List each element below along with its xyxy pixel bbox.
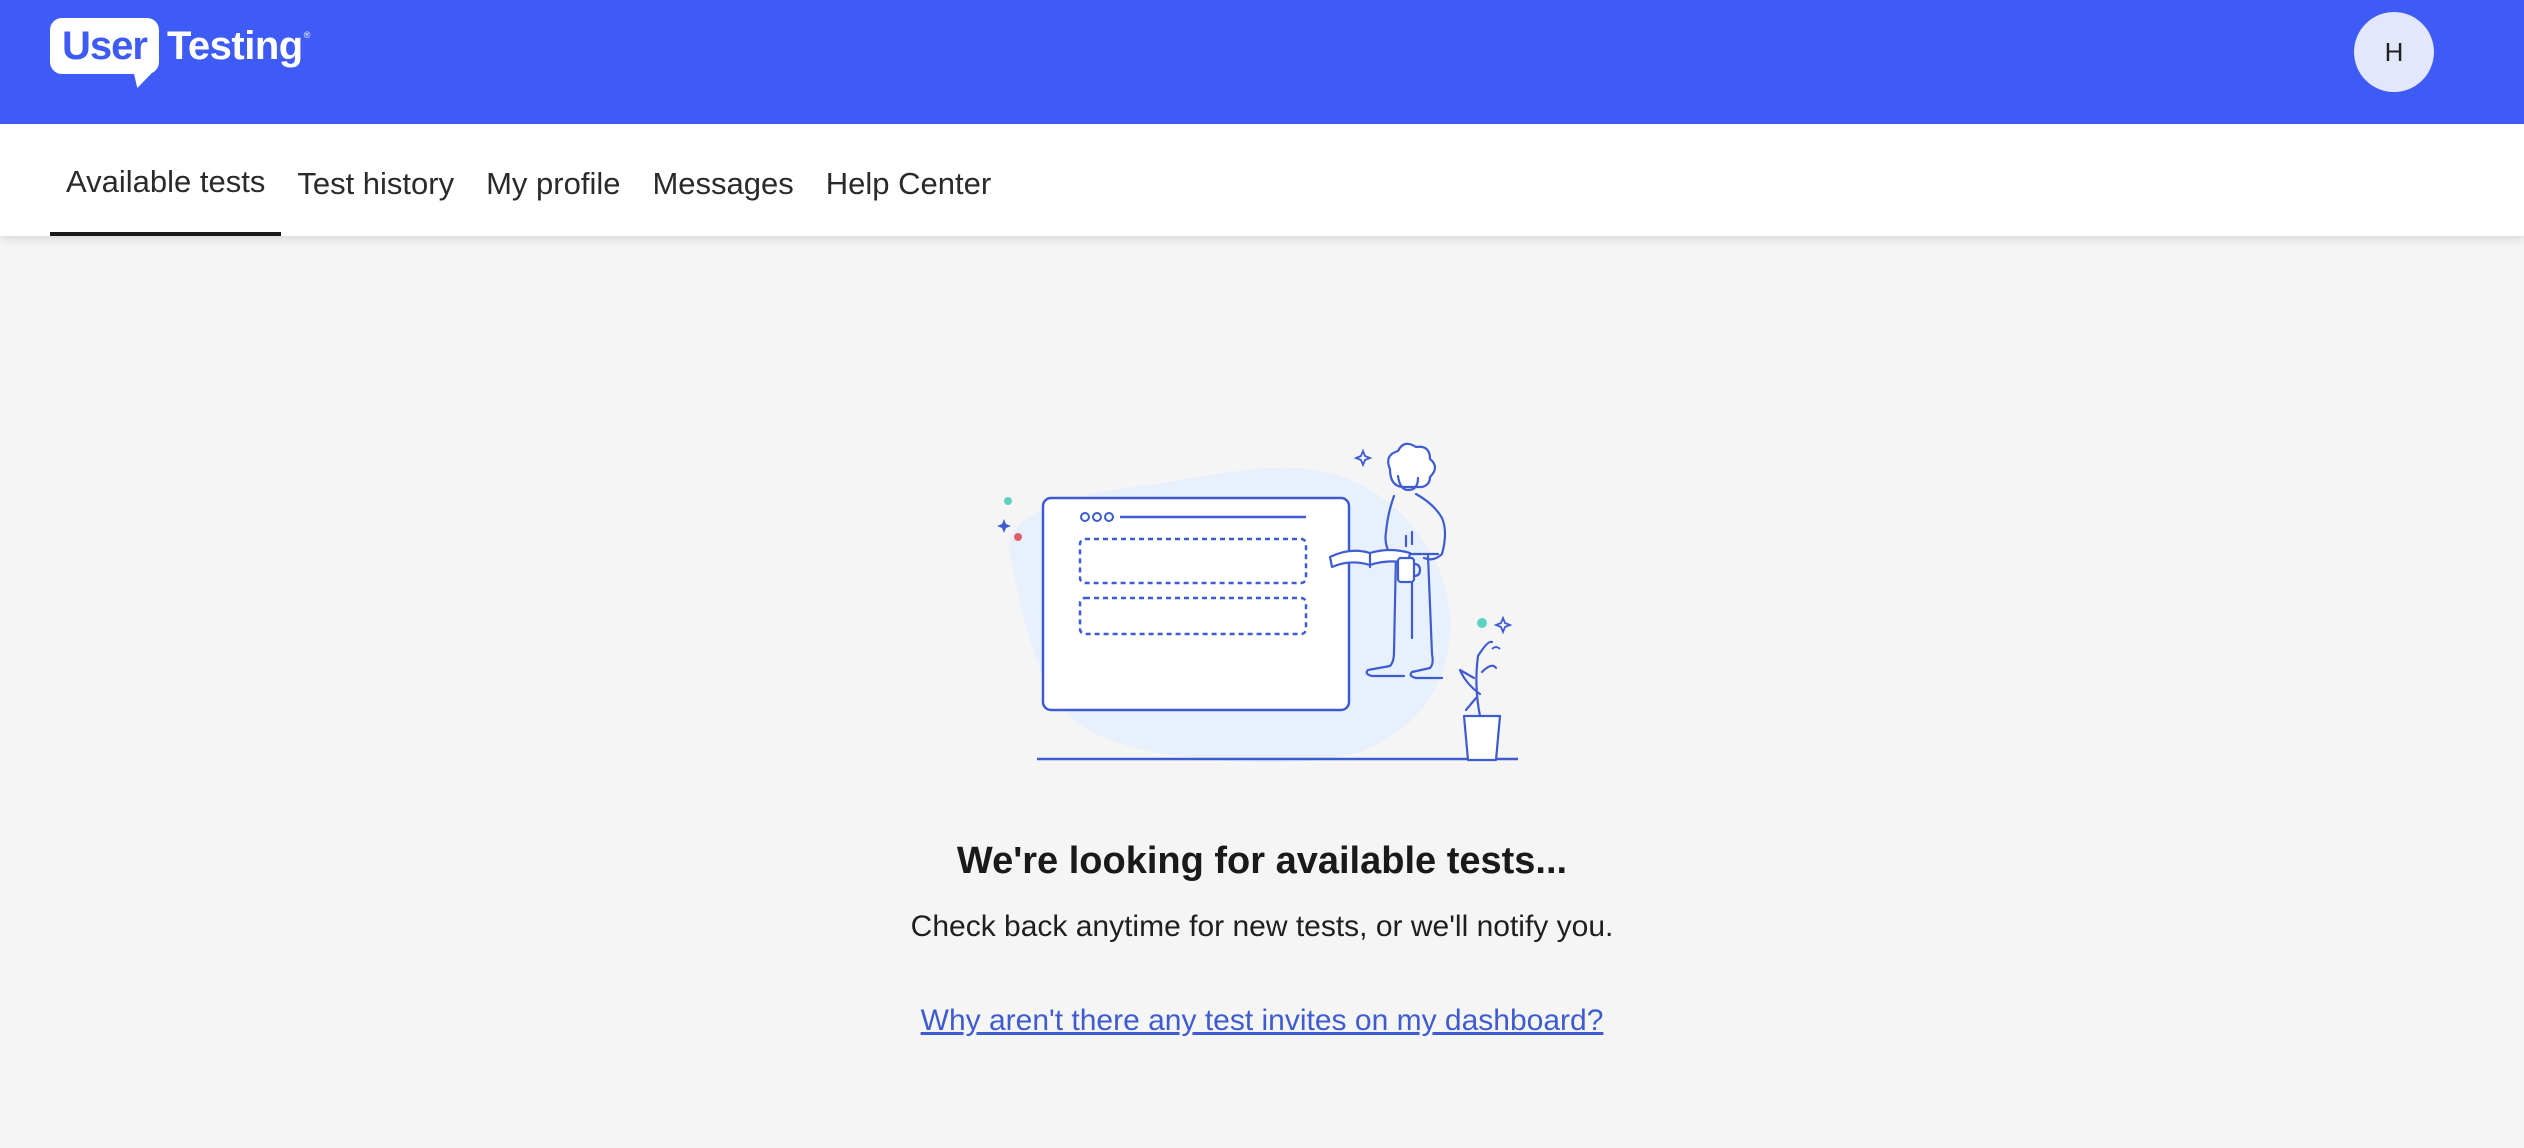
logo-speech-bubble: User bbox=[50, 18, 159, 74]
dashboard-invites-help-link[interactable]: Why aren't there any test invites on my … bbox=[921, 1004, 1604, 1037]
tab-label: Help Center bbox=[825, 166, 992, 201]
tab-messages[interactable]: Messages bbox=[636, 128, 809, 240]
tab-label: My profile bbox=[486, 166, 621, 201]
empty-state-illustration bbox=[997, 442, 1518, 763]
user-avatar-button[interactable]: H bbox=[2354, 12, 2434, 92]
empty-state-headline: We're looking for available tests... bbox=[956, 840, 1568, 882]
sparkle-star-top bbox=[1353, 448, 1373, 468]
tab-label: Test history bbox=[297, 166, 455, 201]
tab-label: Messages bbox=[652, 166, 794, 201]
top-header: User Testing ® H bbox=[0, 0, 2524, 124]
sparkle-star-right bbox=[1493, 615, 1513, 635]
main-content: We're looking for available tests... Che… bbox=[0, 236, 2524, 1148]
sparkle-curl bbox=[1491, 646, 1501, 650]
tab-available-tests[interactable]: Available tests bbox=[50, 124, 282, 236]
avatar-initial: H bbox=[2384, 36, 2404, 67]
sparkle-dot-teal bbox=[1004, 497, 1012, 505]
browser-window-shape bbox=[1041, 496, 1351, 712]
tab-label: Available tests bbox=[66, 164, 266, 199]
logo-testing-text: Testing bbox=[166, 24, 303, 68]
usertesting-logo[interactable]: User Testing ® bbox=[50, 18, 310, 90]
nav-bar: Available tests Test history My profile … bbox=[0, 124, 2524, 236]
tab-help-center[interactable]: Help Center bbox=[810, 128, 1007, 240]
logo-bubble-tail bbox=[127, 68, 157, 88]
potted-plant bbox=[1458, 640, 1502, 762]
nav-tabs: Available tests Test history My profile … bbox=[50, 124, 1007, 236]
sparkle-star-left bbox=[997, 519, 1011, 533]
tab-my-profile[interactable]: My profile bbox=[470, 128, 636, 240]
logo-registered-mark: ® bbox=[303, 30, 311, 40]
sparkle-dot-teal-right bbox=[1477, 618, 1487, 628]
help-link-container: Why aren't there any test invites on my … bbox=[0, 1004, 2524, 1038]
sparkle-dot-red bbox=[1014, 533, 1022, 541]
logo-user-text: User bbox=[62, 23, 148, 68]
tab-test-history[interactable]: Test history bbox=[281, 128, 470, 240]
empty-state-subtext: Check back anytime for new tests, or we'… bbox=[910, 910, 1614, 943]
